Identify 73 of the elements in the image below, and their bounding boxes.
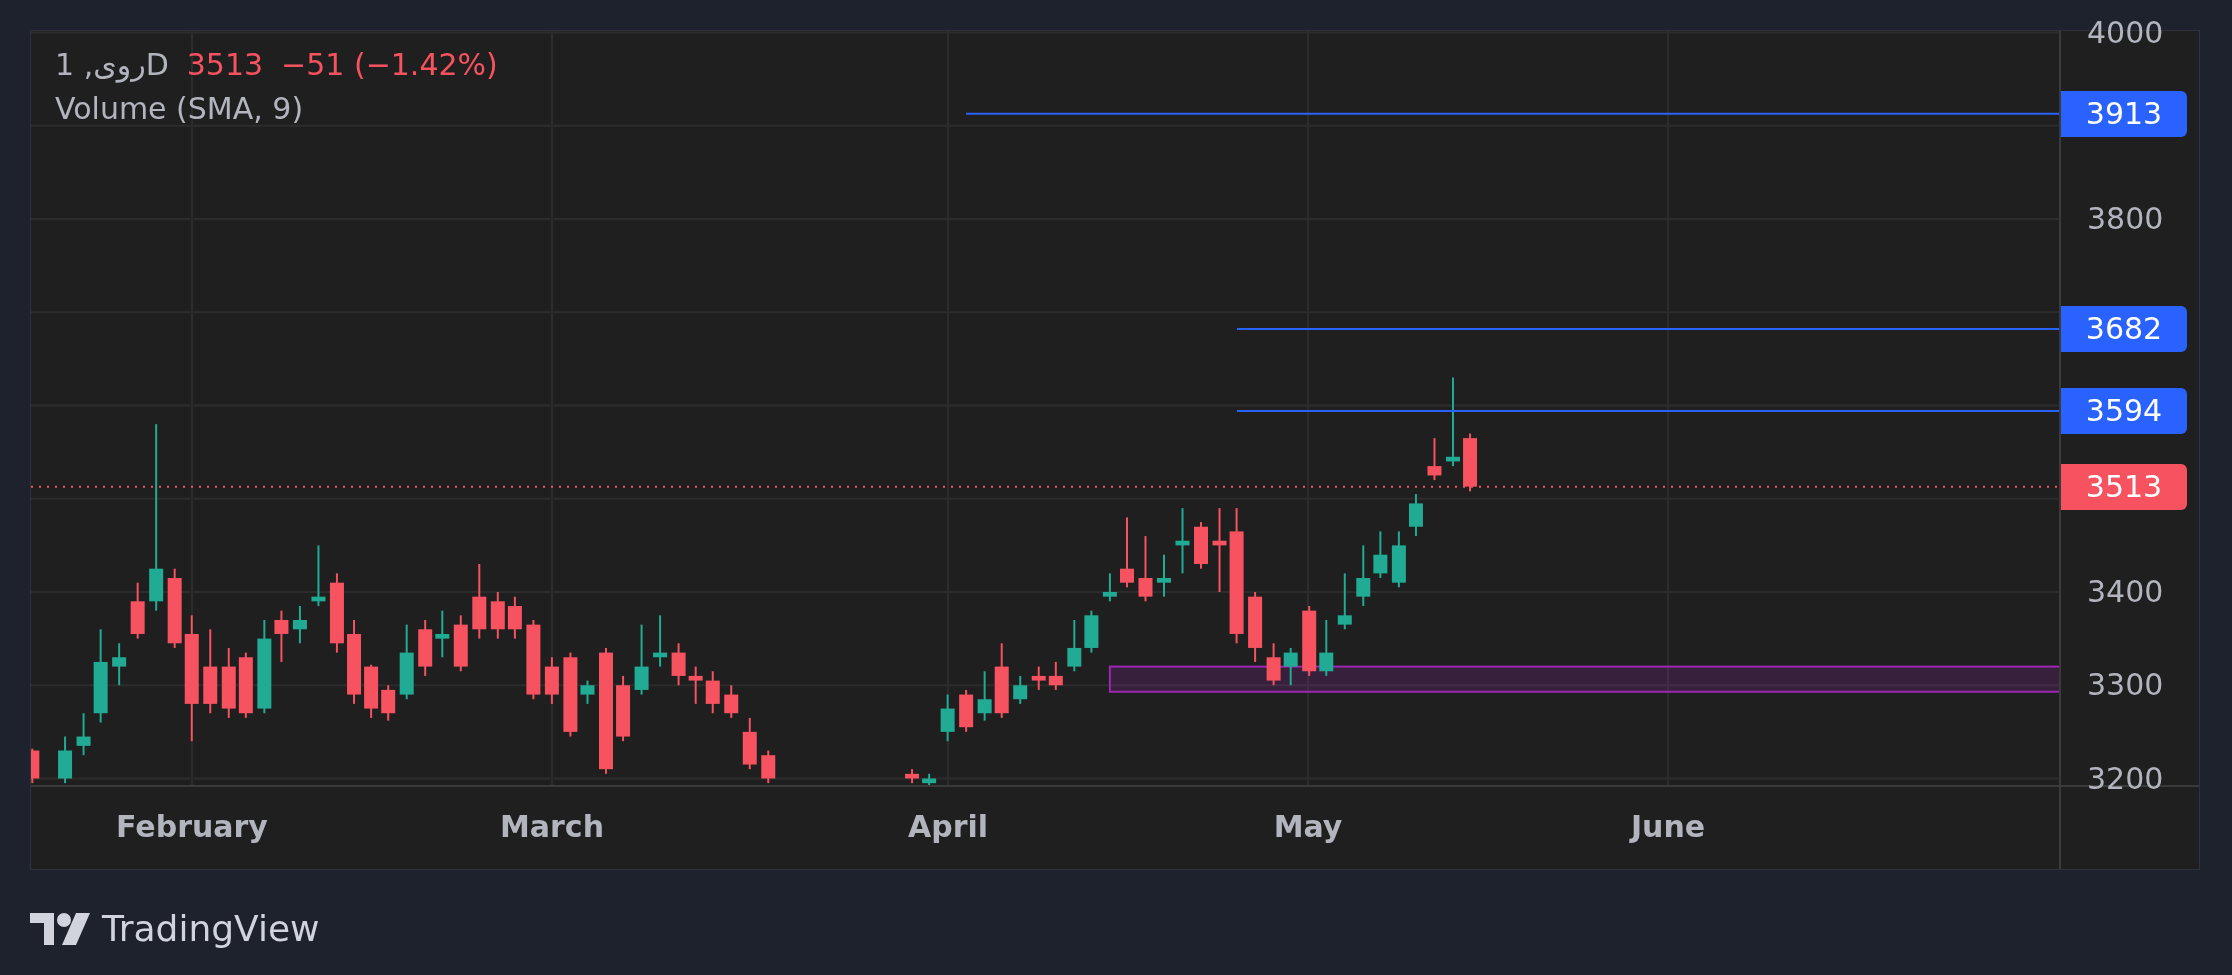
- candlestick: [653, 614, 668, 668]
- candlestick: [1248, 591, 1263, 663]
- price-tick-label: 3800: [2087, 201, 2164, 237]
- candlestick: [76, 712, 91, 757]
- candlestick: [453, 614, 468, 673]
- brand-name: TradingView: [102, 908, 320, 949]
- candlestick: [742, 716, 757, 771]
- candlestick: [1175, 507, 1190, 575]
- candlestick: [1102, 572, 1117, 603]
- candlestick: [940, 693, 955, 743]
- candlestick: [1138, 535, 1153, 603]
- candlestick: [238, 651, 253, 719]
- candlestick: [761, 749, 776, 785]
- candlestick: [1302, 605, 1317, 677]
- price-change: −51 (−1.42%): [281, 46, 498, 84]
- candlestick: [1319, 618, 1334, 677]
- price-tag: 3594: [2061, 388, 2187, 435]
- price-tag: 3682: [2061, 306, 2187, 353]
- candlestick: [544, 656, 559, 705]
- candlestick: [724, 684, 739, 719]
- candlestick: [1391, 530, 1406, 589]
- candlestick: [1408, 493, 1423, 538]
- last-price: 3513: [186, 46, 264, 84]
- candlestick: [292, 605, 307, 645]
- candlestick: [1356, 544, 1371, 607]
- month-label: May: [1273, 809, 1343, 844]
- candlestick: [1084, 609, 1099, 654]
- candlestick: [959, 688, 974, 733]
- candlestick: [705, 670, 720, 715]
- price-tag: 3913: [2061, 90, 2187, 137]
- candlestick: [688, 665, 703, 705]
- candlestick: [1337, 572, 1352, 631]
- month-label: June: [1630, 809, 1706, 844]
- candlestick: [274, 609, 289, 663]
- month-label: March: [500, 809, 604, 844]
- candlestick: [112, 642, 127, 687]
- price-tag: 3513: [2061, 463, 2187, 510]
- candlestick: [1067, 618, 1082, 673]
- candlestick: [58, 735, 73, 785]
- candlestick: [671, 642, 686, 687]
- price-tick-label: 3400: [2087, 574, 2164, 610]
- price-tick-label: 3300: [2087, 667, 2164, 704]
- candlestick: [31, 747, 40, 785]
- candlestick: [435, 609, 450, 659]
- candlestick: [1266, 642, 1281, 687]
- candlestick: [977, 670, 992, 722]
- candlestick: [1013, 674, 1028, 705]
- indicator-label: Volume (SMA, 9): [55, 90, 304, 128]
- candlestick: [1427, 437, 1442, 482]
- candlestick: [381, 684, 396, 722]
- candlestick: [490, 591, 505, 640]
- candlestick: [905, 768, 920, 785]
- price-tick-label: 3200: [2087, 760, 2164, 797]
- candlestick: [1283, 646, 1298, 687]
- candlestick: [364, 663, 379, 719]
- candlestick: [1463, 432, 1478, 493]
- candlestick: [507, 595, 522, 640]
- symbol-label: Dروی, 1: [55, 46, 169, 85]
- month-label: February: [116, 809, 268, 844]
- candlestick: [1048, 660, 1063, 691]
- candlestick: [922, 772, 937, 785]
- candlestick: [580, 679, 595, 705]
- candlestick: [418, 618, 433, 677]
- candlestick: [311, 544, 326, 607]
- candlestick: [1373, 530, 1388, 579]
- candlestick: [616, 674, 631, 743]
- candlestick: [1031, 665, 1046, 691]
- price-tick-label: 4000: [2087, 14, 2164, 51]
- candlestick: [1157, 553, 1171, 598]
- candlestick: [130, 581, 145, 640]
- logo-icon: [30, 912, 90, 945]
- candlestick: [1194, 521, 1208, 570]
- month-label: April: [907, 809, 989, 844]
